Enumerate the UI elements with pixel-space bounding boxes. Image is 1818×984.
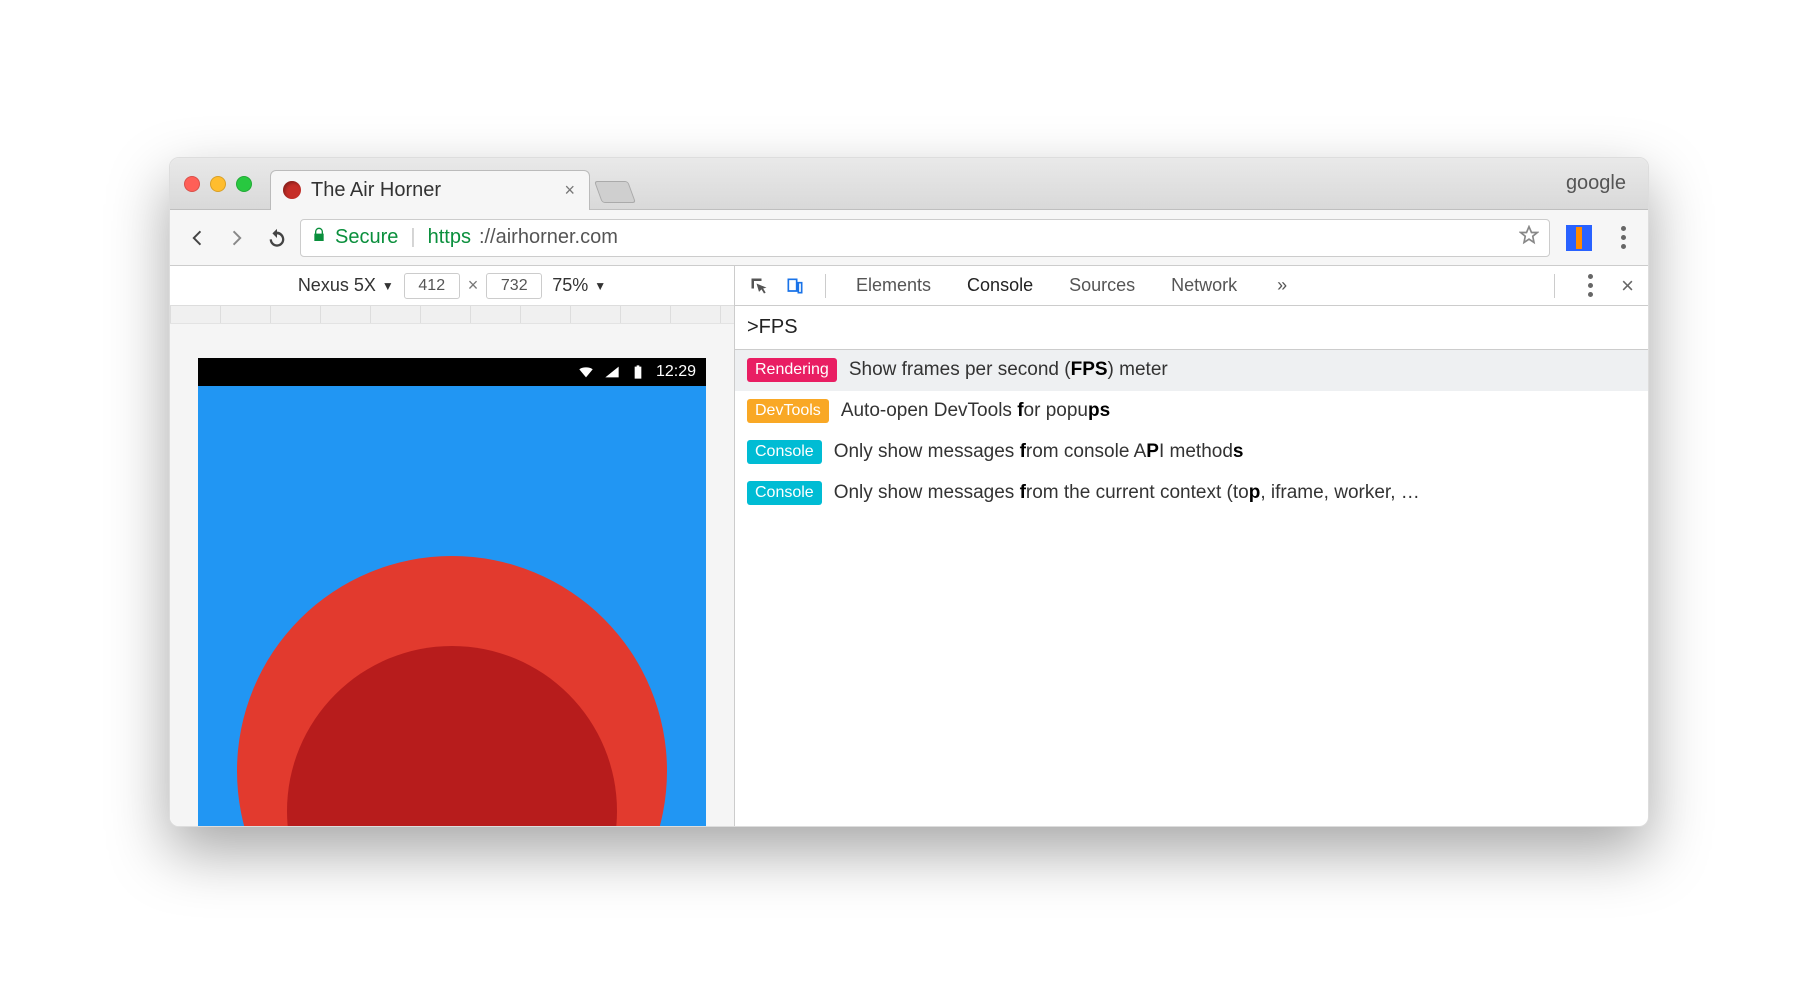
tab-console[interactable]: Console xyxy=(951,275,1049,296)
content-area: Nexus 5X ▼ × 75% ▼ xyxy=(170,266,1648,826)
toggle-device-toolbar-button[interactable] xyxy=(779,276,811,296)
reload-button[interactable] xyxy=(260,221,294,255)
command-category-badge: Console xyxy=(747,440,822,464)
command-input-value: >FPS xyxy=(747,316,798,339)
tab-favicon xyxy=(283,181,301,199)
android-status-bar: 12:29 xyxy=(198,358,706,386)
devtools-pane: Elements Console Sources Network » × >FP… xyxy=(735,266,1648,826)
devtools-menu-button[interactable] xyxy=(1575,274,1605,297)
battery-icon xyxy=(630,364,646,380)
command-label: Show frames per second (FPS) meter xyxy=(849,359,1168,381)
command-menu-item[interactable]: Rendering Show frames per second (FPS) me… xyxy=(735,350,1648,391)
inspect-element-button[interactable] xyxy=(743,276,775,296)
zoom-selector[interactable]: 75% ▼ xyxy=(552,275,606,296)
tabbar-separator xyxy=(825,274,826,298)
command-label: Only show messages from console API meth… xyxy=(834,441,1244,463)
device-mode-pane: Nexus 5X ▼ × 75% ▼ xyxy=(170,266,735,826)
bookmark-star-icon[interactable] xyxy=(1519,225,1539,251)
chevron-down-icon: ▼ xyxy=(594,279,606,293)
tab-elements[interactable]: Elements xyxy=(840,275,947,296)
device-width-input[interactable] xyxy=(404,273,460,299)
device-name-label: Nexus 5X xyxy=(298,275,376,296)
url-scheme: https xyxy=(428,226,471,249)
browser-tab[interactable]: The Air Horner × xyxy=(270,170,590,210)
device-selector[interactable]: Nexus 5X ▼ xyxy=(298,275,394,296)
status-time: 12:29 xyxy=(656,363,696,381)
device-toolbar: Nexus 5X ▼ × 75% ▼ xyxy=(170,266,734,306)
tab-title: The Air Horner xyxy=(311,179,554,202)
chrome-menu-button[interactable] xyxy=(1608,226,1638,249)
tab-sources[interactable]: Sources xyxy=(1053,275,1151,296)
tabs-overflow-button[interactable]: » xyxy=(1261,275,1303,296)
omnibox-separator: | xyxy=(410,226,415,249)
forward-button[interactable] xyxy=(220,221,254,255)
devtools-close-button[interactable]: × xyxy=(1615,273,1640,299)
command-menu-item[interactable]: Console Only show messages from console A… xyxy=(735,432,1648,473)
profile-label[interactable]: google xyxy=(1566,172,1634,195)
browser-window: The Air Horner × google Secure | https :/… xyxy=(169,157,1649,827)
zoom-label: 75% xyxy=(552,275,588,296)
chevron-down-icon: ▼ xyxy=(382,279,394,293)
device-height-input[interactable] xyxy=(486,273,542,299)
command-menu-item[interactable]: Console Only show messages from the curre… xyxy=(735,473,1648,514)
extension-icon[interactable] xyxy=(1566,225,1592,251)
tab-network[interactable]: Network xyxy=(1155,275,1253,296)
tab-close-icon[interactable]: × xyxy=(564,180,575,201)
close-window-button[interactable] xyxy=(184,176,200,192)
device-viewport: 12:29 xyxy=(170,324,734,826)
command-category-badge: Console xyxy=(747,481,822,505)
minimize-window-button[interactable] xyxy=(210,176,226,192)
command-category-badge: DevTools xyxy=(747,399,829,423)
command-menu-results: Rendering Show frames per second (FPS) me… xyxy=(735,350,1648,514)
secure-label: Secure xyxy=(335,226,398,249)
command-menu-item[interactable]: DevTools Auto-open DevTools for popups xyxy=(735,391,1648,432)
wifi-icon xyxy=(578,364,594,380)
back-button[interactable] xyxy=(180,221,214,255)
ruler xyxy=(170,306,734,324)
command-menu-input[interactable]: >FPS xyxy=(735,306,1648,350)
tabbar-separator xyxy=(1554,274,1555,298)
command-label: Auto-open DevTools for popups xyxy=(841,400,1110,422)
lock-icon xyxy=(311,226,327,249)
device-dimensions: × xyxy=(404,273,543,299)
new-tab-button[interactable] xyxy=(594,181,636,203)
window-controls xyxy=(184,176,252,192)
command-label: Only show messages from the current cont… xyxy=(834,482,1420,504)
devtools-tabbar: Elements Console Sources Network » × xyxy=(735,266,1648,306)
window-titlebar: The Air Horner × google xyxy=(170,158,1648,210)
dimensions-x: × xyxy=(468,275,479,296)
url-host: ://airhorner.com xyxy=(479,226,618,249)
emulated-screen[interactable]: 12:29 xyxy=(198,358,706,826)
command-category-badge: Rendering xyxy=(747,358,837,382)
address-bar[interactable]: Secure | https ://airhorner.com xyxy=(300,219,1550,257)
signal-icon xyxy=(604,364,620,380)
browser-toolbar: Secure | https ://airhorner.com xyxy=(170,210,1648,266)
maximize-window-button[interactable] xyxy=(236,176,252,192)
